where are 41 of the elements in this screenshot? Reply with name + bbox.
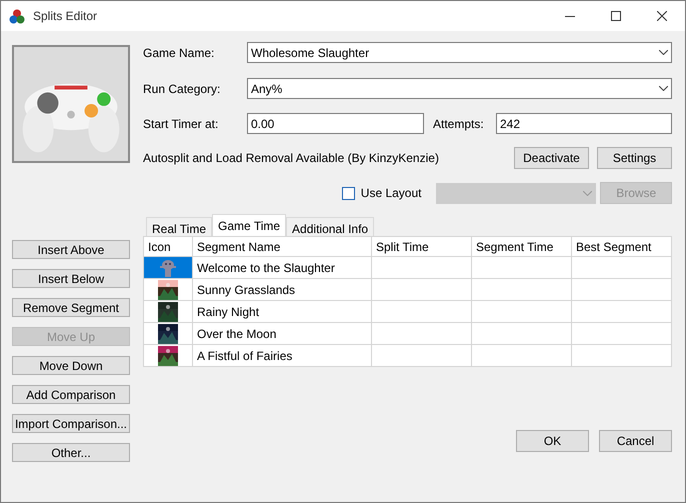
close-icon bbox=[657, 11, 667, 21]
field-label: Start Timer at: bbox=[143, 116, 220, 132]
column-header[interactable]: Split Time bbox=[372, 236, 472, 256]
side-button[interactable]: Insert Below bbox=[12, 269, 130, 288]
game-name-dropdown[interactable]: Wholesome Slaughter bbox=[247, 42, 672, 63]
attempts-field[interactable]: 242 bbox=[496, 113, 672, 134]
maximize-icon bbox=[611, 11, 621, 21]
start-timer-field[interactable]: 0.00 bbox=[247, 113, 424, 134]
table-cell: A Fistful of Fairies bbox=[192, 344, 372, 366]
table-cell: Sunny Grasslands bbox=[192, 278, 372, 300]
side-button[interactable]: Insert Above bbox=[12, 240, 130, 259]
side-button[interactable]: Other... bbox=[12, 443, 130, 462]
autosplit-button[interactable]: Settings bbox=[597, 147, 672, 169]
autosplit-button[interactable]: Deactivate bbox=[514, 147, 589, 169]
tab[interactable]: Game Time bbox=[212, 214, 286, 236]
table-cell: Over the Moon bbox=[192, 322, 372, 344]
table-cell: Rainy Night bbox=[192, 300, 372, 322]
column-header[interactable]: Icon bbox=[144, 236, 192, 256]
autosplit-text: Autosplit and Load Removal Available (By KinzyKenzie) bbox=[143, 150, 439, 167]
chevron-icon bbox=[659, 50, 668, 55]
run-category-dropdown[interactable]: Any% bbox=[247, 78, 672, 99]
dialog-button[interactable]: OK bbox=[516, 430, 589, 452]
chevron-icon bbox=[583, 190, 592, 196]
dialog-button[interactable]: Cancel bbox=[599, 430, 672, 452]
app-icon bbox=[9, 8, 25, 24]
column-header[interactable]: Segment Name bbox=[192, 236, 372, 256]
field-label: Run Category: bbox=[143, 80, 222, 98]
tab[interactable]: Additional Info bbox=[286, 217, 374, 236]
column-header[interactable]: Segment Time bbox=[472, 236, 572, 256]
chevron-icon bbox=[659, 86, 668, 91]
side-button[interactable]: Remove Segment bbox=[12, 298, 130, 317]
window-title: Splits Editor bbox=[33, 8, 98, 25]
side-button[interactable]: Add Comparison bbox=[12, 385, 130, 404]
table-cell: Welcome to the Slaughter bbox=[192, 256, 372, 278]
checkbox-label: Use Layout bbox=[360, 185, 422, 202]
side-button[interactable]: Move Down bbox=[12, 356, 130, 375]
field-label: Attempts: bbox=[433, 116, 485, 132]
column-header[interactable]: Best Segment bbox=[572, 236, 672, 256]
tab[interactable]: Real Time bbox=[146, 217, 212, 236]
field-label: Game Name: bbox=[143, 44, 216, 62]
side-button[interactable]: Import Comparison... bbox=[12, 414, 130, 433]
